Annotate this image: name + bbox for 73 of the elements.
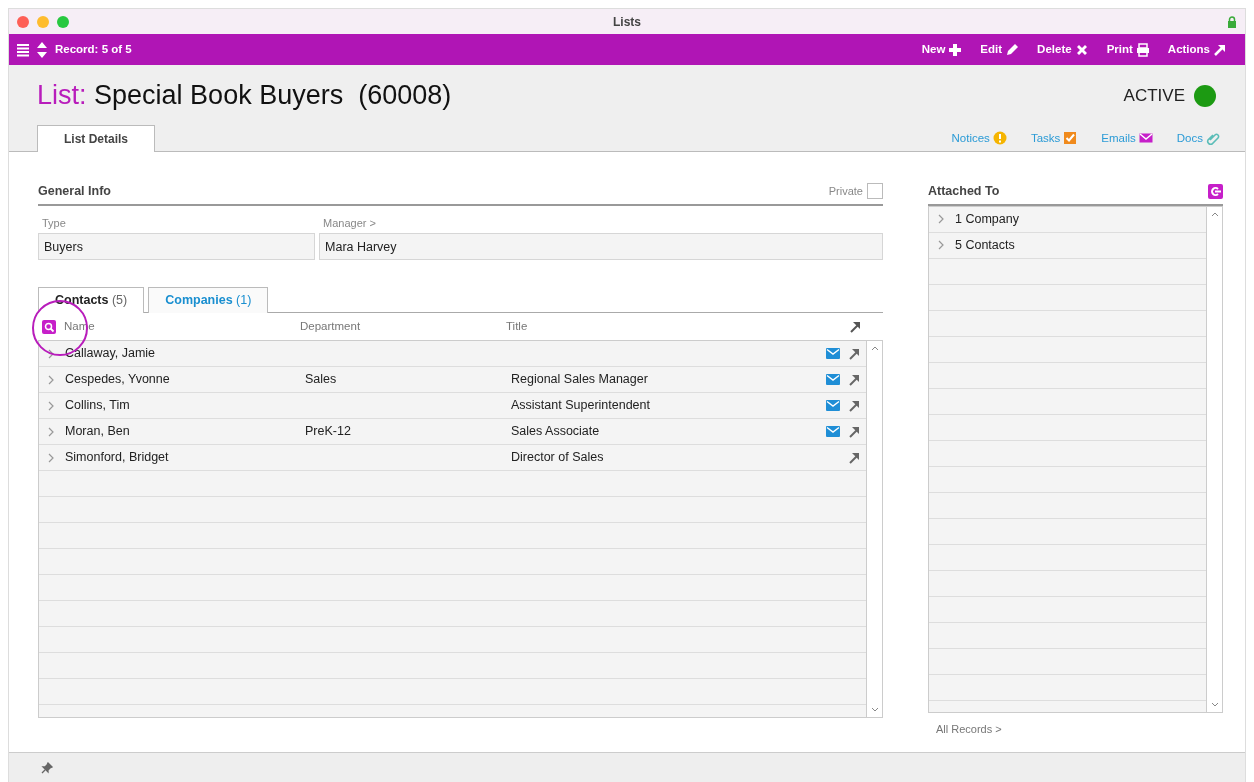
envelope-icon[interactable] (826, 374, 840, 385)
diagonal-arrow-icon (1213, 42, 1227, 57)
column-header: Title (506, 318, 529, 334)
expand-icon[interactable] (47, 400, 55, 411)
close-button[interactable] (17, 15, 29, 28)
department-cell-text: PreK-12 (305, 423, 352, 441)
record-counter: Record: 5 of 5 (55, 41, 132, 57)
contact-name: Cespedes, Yvonne (65, 371, 171, 389)
diagonal-arrow-icon[interactable] (848, 451, 860, 464)
contact-name: Callaway, Jamie (65, 345, 157, 363)
diagonal-arrow-icon[interactable] (848, 373, 860, 386)
contact-name: Moran, Ben (65, 423, 131, 441)
all-records-link[interactable]: All Records > (936, 720, 1002, 738)
expand-icon[interactable] (47, 426, 55, 437)
department-cell-text: Sales (305, 371, 338, 389)
up-down-arrows-icon[interactable] (37, 41, 47, 58)
lock-icon (1227, 15, 1237, 28)
tab[interactable]: List Details (37, 125, 156, 152)
paperclip-icon (1206, 131, 1220, 146)
edit-button[interactable]: Edit (980, 40, 1020, 59)
expand-icon[interactable] (47, 374, 55, 385)
menu-icon[interactable] (17, 42, 29, 57)
title-cell-text: Director of Sales (511, 449, 605, 467)
private-label: Private (828, 184, 863, 200)
pencil-icon (1005, 42, 1020, 57)
new-button[interactable]: New (921, 40, 963, 59)
envelope-icon (1138, 131, 1153, 146)
zoom-button[interactable] (57, 15, 69, 28)
diagonal-arrow-icon[interactable] (848, 399, 860, 412)
print-button[interactable]: Print (1106, 40, 1150, 59)
title-cell-text: Regional Sales Manager (511, 371, 649, 389)
diagonal-arrow-icon[interactable] (848, 425, 860, 438)
scroll-down-icon[interactable] (1210, 701, 1219, 708)
expand-icon[interactable] (47, 348, 55, 359)
section-heading: General Info (38, 183, 111, 200)
plus-icon (948, 42, 963, 57)
diagonal-arrow-icon[interactable] (848, 347, 860, 360)
pin-icon[interactable] (41, 761, 53, 774)
status-label: ACTIVE (1123, 84, 1185, 107)
checkbox-icon (1063, 131, 1078, 146)
envelope-icon[interactable] (826, 400, 840, 411)
link-icon[interactable] (1208, 183, 1223, 199)
tab[interactable]: Contacts (5) (38, 287, 145, 313)
field-label: Manager > (322, 215, 377, 231)
expand-icon[interactable] (937, 240, 945, 251)
private-checkbox[interactable] (867, 183, 883, 200)
envelope-icon[interactable] (826, 426, 840, 437)
attached-item[interactable]: 1 Company (955, 209, 1019, 229)
scroll-up-icon[interactable] (870, 345, 879, 351)
section-heading: Attached To (928, 183, 1000, 200)
warning-icon (992, 131, 1007, 146)
attached-item[interactable]: 5 Contacts (955, 235, 1015, 255)
expand-icon[interactable] (47, 452, 55, 463)
title-cell-text: Assistant Superintendent (511, 397, 651, 415)
field-label: Type (41, 215, 67, 231)
envelope-icon[interactable] (826, 348, 840, 359)
diagonal-arrow-icon[interactable] (849, 320, 861, 333)
contact-name: Simonford, Bridget (65, 449, 170, 467)
record-title: List: Special Book Buyers (60008) (37, 79, 452, 113)
title-cell-text: Sales Associate (511, 423, 601, 441)
scroll-up-icon[interactable] (1210, 210, 1219, 217)
contact-name: Collins, Tim (65, 397, 131, 415)
printer-icon (1135, 42, 1150, 57)
manager-field[interactable]: Mara Harvey (319, 233, 883, 261)
expand-icon[interactable] (937, 214, 945, 225)
scroll-down-icon[interactable] (870, 707, 879, 713)
window-title: Lists (613, 14, 641, 29)
column-header: Department (300, 318, 362, 334)
type-field[interactable]: Buyers (38, 233, 315, 261)
search-icon[interactable] (42, 319, 56, 334)
actions-button[interactable]: Actions (1167, 40, 1227, 59)
tab[interactable]: Companies (1) (148, 287, 269, 313)
delete-button[interactable]: Delete (1037, 40, 1089, 59)
